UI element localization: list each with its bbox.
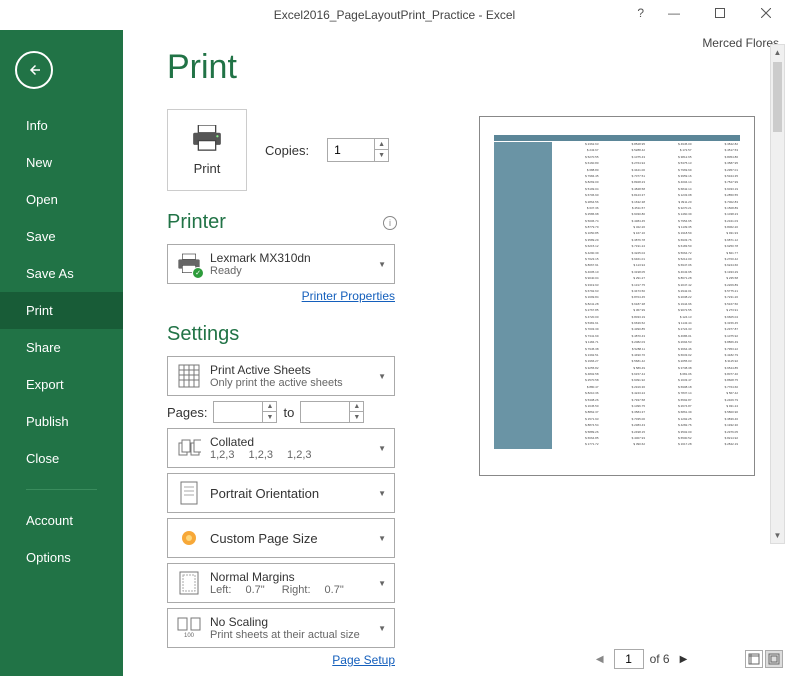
chevron-down-icon: ▼ xyxy=(378,372,386,381)
chevron-down-icon: ▼ xyxy=(378,489,386,498)
margins-icon xyxy=(176,570,202,596)
printer-selector[interactable]: ✓ Lexmark MX310dn Ready ▼ xyxy=(167,244,395,284)
scaling-line2: Print sheets at their actual size xyxy=(210,629,378,641)
printer-info-icon[interactable]: i xyxy=(383,216,397,230)
sidebar-item-options[interactable]: Options xyxy=(0,539,123,576)
print-preview-area: ▲ ▼ $ 2362.63$ 8528.95$ 4945.00$ 3842.82… xyxy=(437,40,789,676)
margins-selector[interactable]: Normal Margins Left: 0.7" Right: 0.7" ▼ xyxy=(167,563,395,603)
preview-page: $ 2362.63$ 8528.95$ 4945.00$ 3842.82$ 24… xyxy=(479,116,755,476)
sidebar-item-export[interactable]: Export xyxy=(0,366,123,403)
scaling-line1: No Scaling xyxy=(210,615,378,629)
scroll-up-arrow[interactable]: ▲ xyxy=(771,45,784,60)
page-number-input[interactable]: 1 xyxy=(614,649,644,669)
page-title: Print xyxy=(167,48,437,87)
printer-device-icon: ✓ xyxy=(176,251,202,277)
chevron-down-icon: ▼ xyxy=(378,260,386,269)
collated-line2: 1,2,3 1,2,3 1,2,3 xyxy=(210,449,378,461)
prev-page-button[interactable]: ◀ xyxy=(592,650,608,669)
pages-from-input[interactable]: ▲▼ xyxy=(213,401,277,423)
copies-input[interactable]: ▲▼ xyxy=(327,138,389,162)
sidebar-item-save-as[interactable]: Save As xyxy=(0,255,123,292)
printer-name: Lexmark MX310dn xyxy=(210,251,378,265)
print-active-line1: Print Active Sheets xyxy=(210,363,378,377)
sidebar-item-publish[interactable]: Publish xyxy=(0,403,123,440)
sidebar-item-print[interactable]: Print xyxy=(0,292,123,329)
chevron-down-icon: ▼ xyxy=(378,534,386,543)
page-setup-link[interactable]: Page Setup xyxy=(167,653,395,667)
portrait-icon xyxy=(176,480,202,506)
zoom-to-page-button[interactable] xyxy=(765,650,783,668)
maximize-button[interactable] xyxy=(697,0,743,25)
page-size-selector[interactable]: Custom Page Size ▼ xyxy=(167,518,395,558)
pages-to-input[interactable]: ▲▼ xyxy=(300,401,364,423)
sidebar-item-new[interactable]: New xyxy=(0,144,123,181)
pages-to-label: to xyxy=(283,405,294,420)
printer-properties-link[interactable]: Printer Properties xyxy=(167,289,395,303)
scroll-thumb[interactable] xyxy=(773,62,782,132)
copies-value[interactable] xyxy=(328,143,374,157)
close-window-button[interactable] xyxy=(743,0,789,25)
page-size-line1: Custom Page Size xyxy=(210,531,378,546)
chevron-down-icon: ▼ xyxy=(378,624,386,633)
orientation-selector[interactable]: Portrait Orientation ▼ xyxy=(167,473,395,513)
collated-line1: Collated xyxy=(210,435,378,449)
copies-label: Copies: xyxy=(265,143,309,158)
print-active-line2: Only print the active sheets xyxy=(210,377,378,389)
page-count-label: of 6 xyxy=(650,652,670,666)
minimize-button[interactable]: — xyxy=(651,0,697,25)
copies-spinner[interactable]: ▲▼ xyxy=(374,139,388,161)
next-page-button[interactable]: ▶ xyxy=(676,650,692,669)
sidebar-item-save[interactable]: Save xyxy=(0,218,123,255)
preview-scrollbar[interactable]: ▲ ▼ xyxy=(770,44,785,544)
sheets-icon xyxy=(176,363,202,389)
sidebar-item-info[interactable]: Info xyxy=(0,107,123,144)
chevron-down-icon: ▼ xyxy=(378,579,386,588)
collation-selector[interactable]: Collated 1,2,3 1,2,3 1,2,3 ▼ xyxy=(167,428,395,468)
help-button[interactable]: ? xyxy=(637,6,644,20)
collated-icon xyxy=(176,435,202,461)
back-button[interactable] xyxy=(15,51,53,89)
printer-heading: Printer xyxy=(167,211,226,234)
settings-heading: Settings xyxy=(167,323,239,346)
chevron-down-icon: ▼ xyxy=(378,444,386,453)
sidebar-item-close[interactable]: Close xyxy=(0,440,123,477)
print-what-selector[interactable]: Print Active Sheets Only print the activ… xyxy=(167,356,395,396)
window-title: Excel2016_PageLayoutPrint_Practice - Exc… xyxy=(274,8,515,22)
printer-status: Ready xyxy=(210,265,378,277)
printer-icon xyxy=(191,125,223,151)
scaling-selector[interactable]: 100 No Scaling Print sheets at their act… xyxy=(167,608,395,648)
show-margins-button[interactable] xyxy=(745,650,763,668)
margins-line2: Left: 0.7" Right: 0.7" xyxy=(210,584,378,596)
scaling-icon: 100 xyxy=(176,615,202,641)
scroll-down-arrow[interactable]: ▼ xyxy=(771,528,784,543)
sidebar-item-account[interactable]: Account xyxy=(0,502,123,539)
sidebar-item-open[interactable]: Open xyxy=(0,181,123,218)
print-button[interactable]: Print xyxy=(167,109,247,191)
backstage-sidebar: InfoNewOpenSaveSave AsPrintShareExportPu… xyxy=(0,30,123,676)
pages-label: Pages: xyxy=(167,405,207,420)
print-button-label: Print xyxy=(194,161,221,176)
margins-line1: Normal Margins xyxy=(210,570,378,584)
sidebar-item-share[interactable]: Share xyxy=(0,329,123,366)
orientation-line1: Portrait Orientation xyxy=(210,486,378,501)
custom-size-icon xyxy=(176,525,202,551)
